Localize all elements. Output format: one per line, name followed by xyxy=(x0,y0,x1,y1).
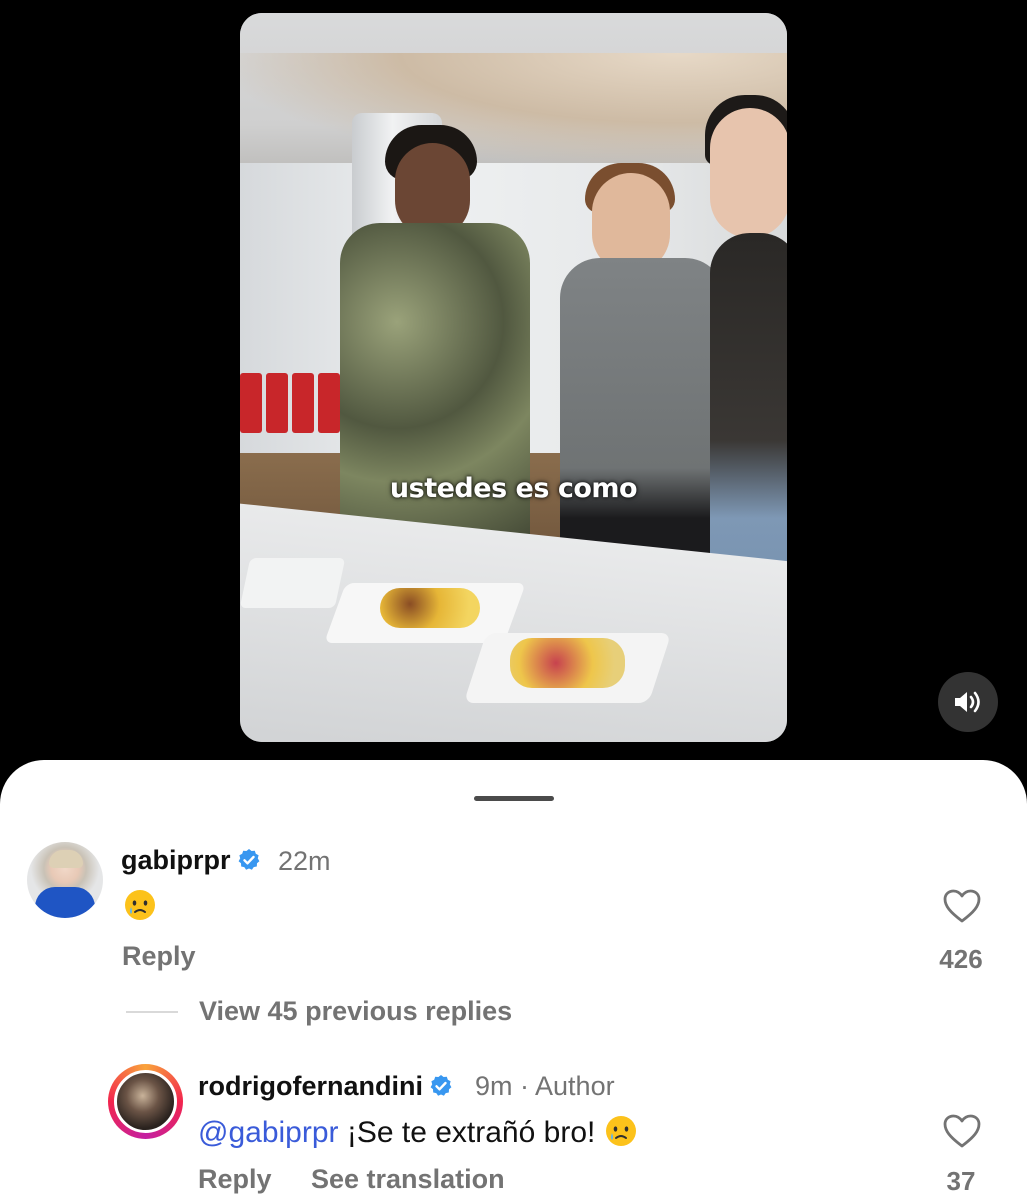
video-caption: ustedes es como xyxy=(389,473,638,504)
verified-badge-icon xyxy=(238,849,259,870)
like-count: 426 xyxy=(939,944,983,974)
video-food-1 xyxy=(380,588,480,628)
comment-username[interactable]: gabiprpr xyxy=(121,845,261,876)
username-text[interactable]: gabiprpr xyxy=(121,845,231,875)
comments-sheet: gabiprpr 22m Reply 426 View 45 previous … xyxy=(0,760,1027,1200)
reply-text: ¡Se te extrañó bro! xyxy=(338,1116,604,1149)
reply-username[interactable]: rodrigofernandini xyxy=(198,1071,453,1102)
video-chairs xyxy=(240,373,350,463)
replies-divider xyxy=(126,1011,178,1013)
comment-time: 22m xyxy=(278,846,331,876)
crying-face-icon xyxy=(605,1116,636,1146)
comment-body xyxy=(123,888,157,924)
avatar[interactable] xyxy=(114,1070,177,1133)
person-right-head xyxy=(710,108,787,238)
avatar[interactable] xyxy=(27,842,103,918)
heart-icon[interactable] xyxy=(942,1113,982,1149)
reply-button[interactable]: Reply xyxy=(198,1164,272,1195)
reply-time: 9m xyxy=(475,1071,513,1101)
author-label: Author xyxy=(535,1071,615,1101)
video-napkin xyxy=(240,558,346,608)
crying-face-icon xyxy=(125,890,155,920)
username-text[interactable]: rodrigofernandini xyxy=(198,1071,423,1101)
sheet-grabber[interactable] xyxy=(474,796,554,801)
view-previous-replies-button[interactable]: View 45 previous replies xyxy=(199,996,512,1027)
reply-body: @gabiprpr ¡Se te extrañó bro! xyxy=(198,1114,638,1150)
mention-link[interactable]: @gabiprpr xyxy=(198,1116,339,1149)
heart-icon[interactable] xyxy=(942,888,982,924)
video-food-2 xyxy=(510,638,625,688)
separator: · xyxy=(512,1071,536,1101)
speaker-icon xyxy=(955,691,980,713)
like-count: 37 xyxy=(946,1166,976,1196)
see-translation-button[interactable]: See translation xyxy=(311,1164,505,1195)
verified-badge-icon xyxy=(430,1075,452,1096)
reel-video[interactable]: ustedes es como xyxy=(240,13,787,742)
reply-button[interactable]: Reply xyxy=(122,941,196,972)
mute-button[interactable] xyxy=(938,672,998,732)
reply-meta: 9m · Author xyxy=(475,1071,615,1102)
